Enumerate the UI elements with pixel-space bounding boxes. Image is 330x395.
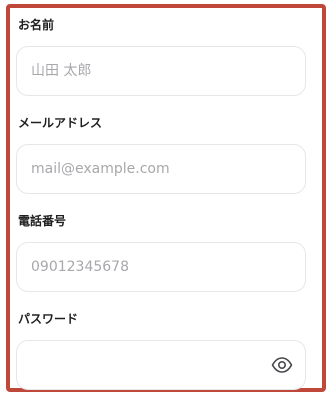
name-input[interactable] — [31, 47, 291, 95]
phone-input-box — [16, 242, 306, 292]
email-input-box — [16, 144, 306, 194]
phone-label: 電話番号 — [18, 214, 67, 228]
signup-form-frame: お名前 メールアドレス 電話番号 パスワード — [6, 4, 326, 392]
name-input-box — [16, 46, 306, 96]
email-label: メールアドレス — [18, 116, 103, 130]
name-label: お名前 — [18, 18, 55, 32]
password-label: パスワード — [18, 312, 79, 326]
eye-icon[interactable] — [271, 357, 293, 373]
password-input-box — [16, 340, 306, 390]
password-input[interactable] — [31, 341, 261, 389]
email-input[interactable] — [31, 145, 291, 193]
phone-input[interactable] — [31, 243, 291, 291]
